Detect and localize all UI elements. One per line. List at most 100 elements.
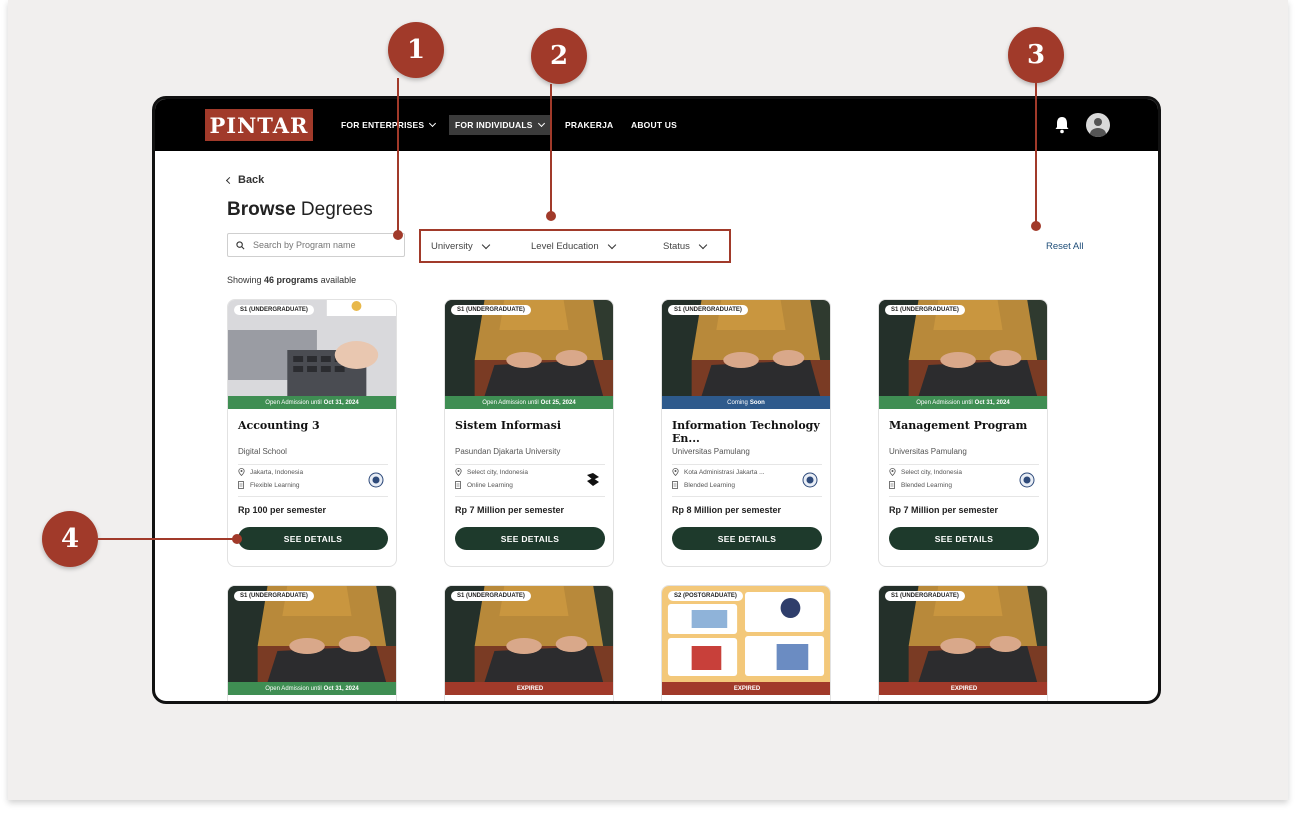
status-prefix: Open Admission until — [482, 399, 539, 406]
program-card[interactable]: S1 (UNDERGRADUATE) EXPIRED — [878, 585, 1048, 701]
status-prefix: Open Admission until — [916, 399, 973, 406]
program-title[interactable]: Accounting 3 — [238, 419, 390, 432]
location-pin-icon — [455, 468, 462, 476]
university-logo-icon — [587, 473, 599, 486]
degree-badge: S1 (UNDERGRADUATE) — [234, 591, 314, 601]
learning-mode-row: Blended Learning — [672, 481, 735, 489]
location-text: Jakarta, Indonesia — [250, 468, 304, 476]
university-logo-icon — [802, 472, 818, 488]
learning-mode-row: Online Learning — [455, 481, 513, 489]
nav-prakerja[interactable]: PRAKERJA — [565, 115, 613, 135]
nav-about-us[interactable]: ABOUT US — [631, 115, 677, 135]
program-title[interactable]: Management Program — [889, 419, 1041, 432]
see-details-button[interactable]: SEE DETAILS — [238, 527, 388, 550]
search-box[interactable] — [227, 233, 405, 257]
degree-badge: S1 (UNDERGRADUATE) — [668, 305, 748, 315]
admission-status-bar: Open Admission until Oct 25, 2024 — [445, 396, 613, 409]
price: Rp 8 Million per semester — [672, 505, 782, 515]
filter-status[interactable]: Status — [663, 240, 708, 252]
program-card[interactable]: S1 (UNDERGRADUATE) Open Admission until Oc… — [227, 585, 397, 701]
nav-for-enterprises[interactable]: FOR ENTERPRISES — [341, 115, 437, 135]
divider — [672, 496, 822, 497]
university-name: Universitas Pamulang — [889, 447, 967, 456]
status-bold: Soon — [749, 399, 765, 406]
search-input[interactable] — [253, 240, 393, 250]
status-bold: Oct 31, 2024 — [323, 685, 359, 692]
admission-status-bar: EXPIRED — [879, 682, 1047, 695]
marker-3: 3 — [1008, 27, 1064, 83]
learning-mode-text: Blended Learning — [684, 481, 735, 489]
filter-bar: University Level Education Status — [419, 229, 731, 263]
avatar-head — [1094, 118, 1102, 126]
back-link[interactable]: Back — [225, 174, 264, 186]
learning-mode-icon — [672, 481, 678, 489]
location-pin-icon — [672, 468, 679, 476]
program-title[interactable]: Sistem Informasi — [455, 419, 607, 432]
marker-4: 4 — [42, 511, 98, 567]
filter-label: Status — [663, 240, 690, 252]
university-name: Pasundan Djakarta University — [455, 447, 561, 456]
see-details-button[interactable]: SEE DETAILS — [672, 527, 822, 550]
nav-label: ABOUT US — [631, 120, 677, 130]
see-details-button[interactable]: SEE DETAILS — [889, 527, 1039, 550]
search-icon — [236, 240, 245, 249]
divider — [238, 496, 388, 497]
price: Rp 100 per semester — [238, 505, 327, 515]
app-window: PINTAR FOR ENTERPRISES FOR INDIVIDUALS P… — [152, 96, 1161, 704]
status-bold: Oct 25, 2024 — [540, 399, 576, 406]
program-card[interactable]: S1 (UNDERGRADUATE) EXPIRED — [444, 585, 614, 701]
degree-badge: S2 (POSTGRADUATE) — [668, 591, 743, 601]
divider — [889, 496, 1039, 497]
program-title[interactable]: Information Technology En... — [672, 419, 824, 445]
status-prefix: Open Admission until — [265, 685, 322, 692]
nav-label: FOR INDIVIDUALS — [455, 120, 533, 130]
pintar-logo[interactable]: PINTAR — [205, 109, 313, 141]
program-card[interactable]: S2 (POSTGRADUATE) EXPIRED — [661, 585, 831, 701]
results-count: Showing 46 programs available — [227, 275, 356, 285]
filter-level-education[interactable]: Level Education — [531, 240, 663, 252]
status-prefix: Open Admission until — [265, 399, 322, 406]
avatar[interactable] — [1086, 113, 1110, 137]
learning-mode-icon — [455, 481, 461, 489]
avatar-body — [1090, 128, 1106, 137]
marker-2-dot — [546, 211, 556, 221]
degree-badge: S1 (UNDERGRADUATE) — [451, 591, 531, 601]
divider — [238, 464, 388, 465]
location-row: Select city, Indonesia — [889, 468, 962, 476]
chevron-down-icon — [537, 119, 545, 128]
degree-badge: S1 (UNDERGRADUATE) — [885, 305, 965, 315]
program-card[interactable]: S1 (UNDERGRADUATE) Coming Soon Information … — [661, 299, 831, 567]
degree-badge: S1 (UNDERGRADUATE) — [885, 591, 965, 601]
university-name: Digital School — [238, 447, 287, 456]
marker-4-leader — [98, 538, 236, 540]
see-details-button[interactable]: SEE DETAILS — [455, 527, 605, 550]
filter-university[interactable]: University — [431, 240, 531, 252]
price: Rp 7 Million per semester — [455, 505, 565, 515]
showing-count: 46 programs — [264, 275, 319, 285]
degree-badge: S1 (UNDERGRADUATE) — [451, 305, 531, 315]
program-card[interactable]: S1 (UNDERGRADUATE) Open Admission until Oc… — [227, 299, 397, 567]
bell-icon[interactable] — [1054, 116, 1070, 134]
chevron-down-icon — [698, 240, 708, 249]
admission-status-bar: Open Admission until Oct 31, 2024 — [228, 396, 396, 409]
program-card[interactable]: S1 (UNDERGRADUATE) Open Admission until Oc… — [878, 299, 1048, 567]
nav-for-individuals[interactable]: FOR INDIVIDUALS — [449, 115, 550, 135]
showing-suffix: available — [320, 275, 357, 285]
nav-label: PRAKERJA — [565, 120, 614, 130]
learning-mode-row: Flexible Learning — [238, 481, 300, 489]
location-pin-icon — [238, 468, 245, 476]
status-bold: Oct 31, 2024 — [974, 399, 1010, 406]
location-text: Kota Administrasi Jakarta ... — [684, 468, 765, 476]
marker-1: 1 — [388, 22, 444, 78]
showing-prefix: Showing — [227, 275, 262, 285]
reset-all-link[interactable]: Reset All — [1046, 241, 1084, 252]
marker-3-leader — [1035, 83, 1037, 227]
learning-mode-text: Blended Learning — [901, 481, 952, 489]
divider — [889, 464, 1039, 465]
page-title: Browse Degrees — [227, 199, 373, 221]
program-card[interactable]: S1 (UNDERGRADUATE) Open Admission until Oc… — [444, 299, 614, 567]
marker-2-leader — [550, 84, 552, 214]
filter-label: University — [431, 240, 473, 252]
university-name: Universitas Pamulang — [672, 447, 750, 456]
page-title-rest: Degrees — [300, 199, 373, 220]
